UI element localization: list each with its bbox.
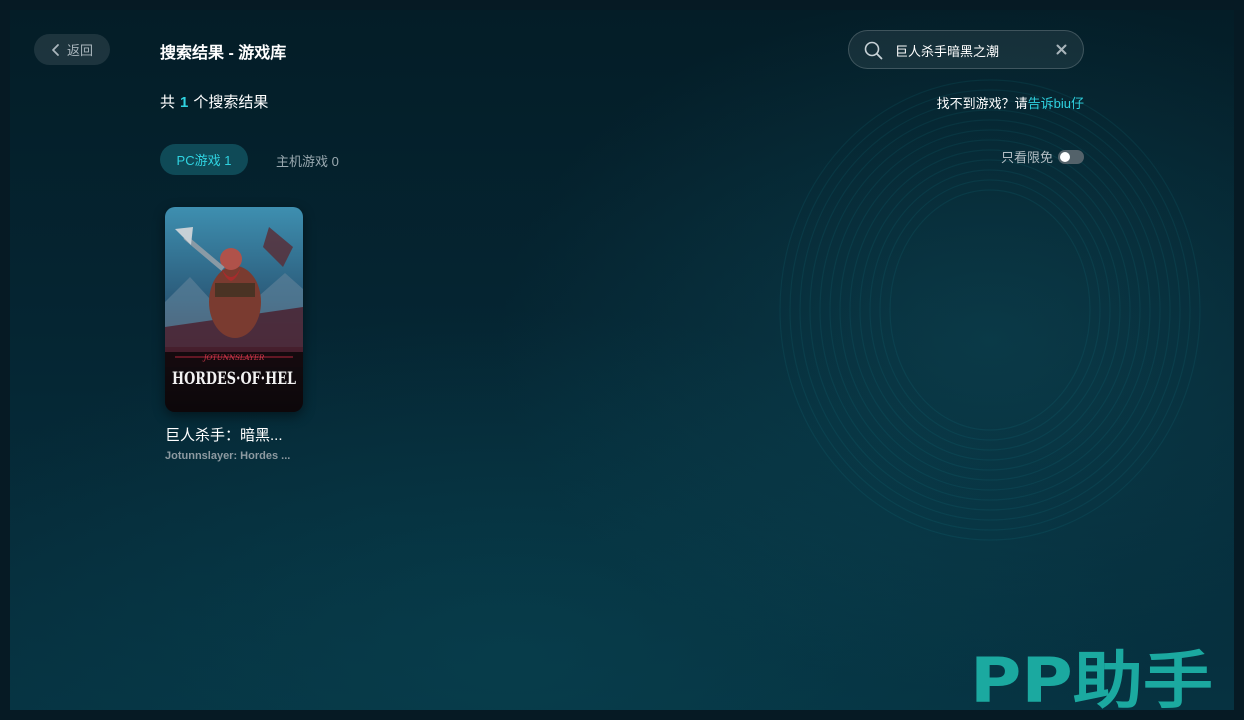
search-icon[interactable]: [864, 41, 883, 60]
watermark-text: PP助手: [970, 646, 1213, 710]
back-button[interactable]: 返回: [34, 34, 110, 65]
search-input[interactable]: [895, 40, 1045, 60]
cover-subtitle: JOTUNNSLAYER: [202, 354, 265, 362]
free-only-toggle[interactable]: [1058, 149, 1084, 164]
tab-pc-games[interactable]: PC游戏 1: [160, 144, 248, 175]
count-number: 1: [180, 94, 189, 111]
free-only-label: 只看限免: [1000, 150, 1053, 165]
game-card[interactable]: JOTUNNSLAYER HORDES·OF·HEL 巨人杀手：暗黑... Jo…: [165, 207, 303, 462]
not-found-hint: 找不到游戏？请告诉biu仔: [937, 93, 1084, 112]
pp-assistant-watermark: PP助手: [970, 646, 1213, 710]
chevron-left-icon: [52, 43, 59, 56]
app-window: 返回 搜索结果 - 游戏库 共1个搜索结果 找不到游戏？请告诉biu仔 PC游戏…: [10, 10, 1234, 710]
game-name-en: Jotunnslayer: Hordes ...: [165, 450, 291, 462]
tab-console-games[interactable]: 主机游戏 0: [276, 151, 339, 170]
close-icon[interactable]: [1056, 44, 1067, 55]
feedback-link[interactable]: 告诉biu仔: [1028, 96, 1084, 111]
result-count: 共 1 个搜索结果: [160, 91, 268, 112]
free-only-filter: 只看限免: [1001, 147, 1084, 166]
toggle-knob: [1060, 151, 1070, 162]
game-name[interactable]: 巨人杀手：暗黑...: [165, 424, 303, 445]
page-title: 搜索结果 - 游戏库: [160, 45, 287, 62]
count-suffix: 个搜索结果: [193, 94, 269, 111]
back-label: 返回: [66, 43, 93, 58]
game-cover[interactable]: JOTUNNSLAYER HORDES·OF·HEL: [165, 207, 303, 412]
not-found-text: 找不到游戏？请: [936, 96, 1028, 111]
search-box: [848, 30, 1084, 69]
count-prefix: 共: [160, 94, 176, 111]
cover-title: HORDES·OF·HEL: [172, 369, 296, 389]
